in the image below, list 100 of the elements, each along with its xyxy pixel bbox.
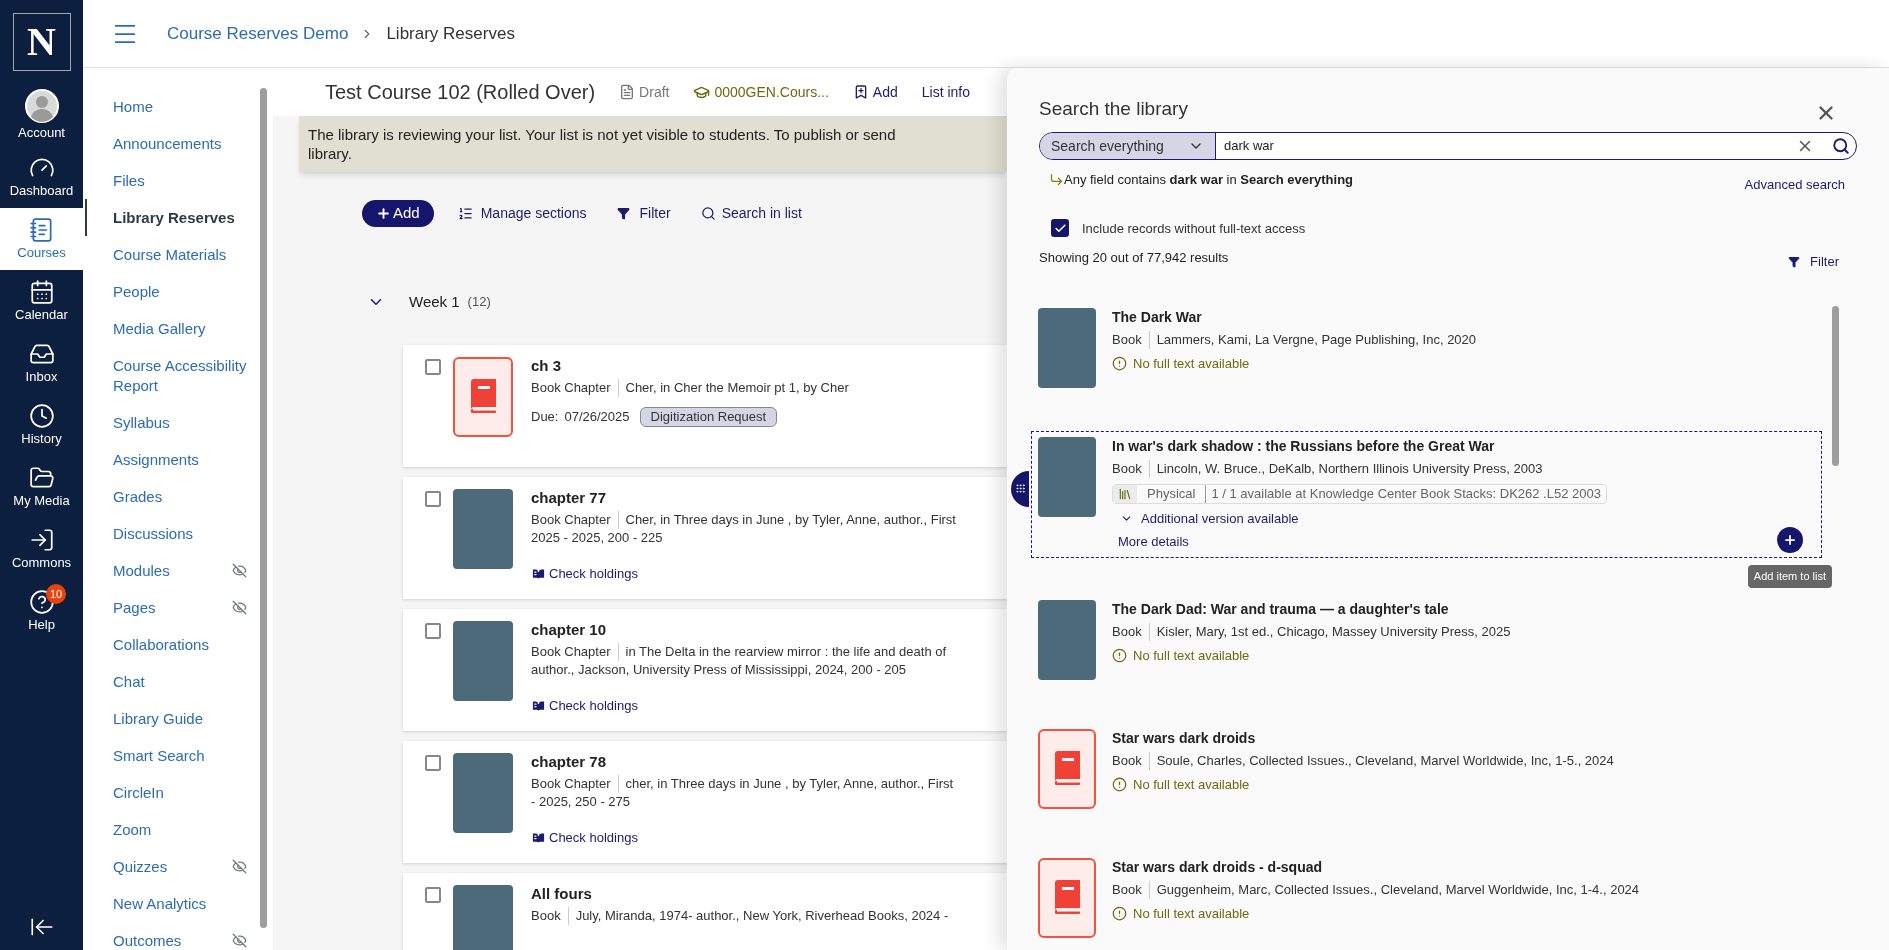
result-title[interactable]: In war's dark shadow : the Russians before the Great War xyxy=(1112,436,1495,455)
item-checkbox[interactable] xyxy=(425,887,441,903)
avatar-icon xyxy=(24,89,59,123)
drag-handle[interactable] xyxy=(1011,470,1029,507)
check-holdings-link[interactable]: Check holdings xyxy=(549,565,638,583)
add-button[interactable]: Add xyxy=(362,200,434,227)
course-nav-link[interactable]: Files xyxy=(85,162,247,199)
course-nav-link[interactable]: Media Gallery xyxy=(85,310,247,347)
rail-label: Inbox xyxy=(25,369,58,385)
scope-dropdown[interactable]: Search everything xyxy=(1040,133,1216,159)
manage-sections-button[interactable]: Manage sections xyxy=(457,203,587,224)
search-icon[interactable] xyxy=(1832,137,1850,155)
item-checkbox[interactable] xyxy=(425,755,441,771)
document-icon xyxy=(619,84,636,100)
logo[interactable]: N xyxy=(12,13,71,71)
search-in-list-button[interactable]: Search in list xyxy=(700,203,802,224)
book-icon xyxy=(531,698,546,714)
course-nav-link[interactable]: Collaborations xyxy=(85,626,247,663)
course-nav-link[interactable]: Assignments xyxy=(85,441,247,478)
item-title[interactable]: chapter 78 xyxy=(531,753,607,771)
rail-item[interactable]: Dashboard xyxy=(0,146,83,208)
notification-badge: 10 xyxy=(46,584,67,604)
search-result[interactable]: Star wars dark droids Book Soule, Charles, Collected Issues., Cleveland, Marvel Worldwide, Inc, 1-5., 2024 No full text available xyxy=(1031,722,1822,816)
check-icon xyxy=(1053,221,1067,235)
item-checkbox[interactable] xyxy=(425,359,441,375)
item-citation: Cher, in Cher the Memoir pt 1, by Cher xyxy=(625,379,849,397)
grip-icon xyxy=(1014,483,1026,494)
item-title[interactable]: ch 3 xyxy=(531,357,561,375)
course-nav-link[interactable]: Announcements xyxy=(85,125,247,162)
result-title[interactable]: Star wars dark droids xyxy=(1112,728,1256,747)
search-query: dark war xyxy=(1223,137,1275,156)
breadcrumb-link[interactable]: Course Reserves Demo xyxy=(167,20,349,47)
item-citation: cher, in Three days in June , by Tyler, Anne, author., First xyxy=(625,775,954,793)
search-result[interactable]: The Dark War Book Lammers, Kami, La Vergne, Page Publishing, Inc, 2020 No full text available xyxy=(1031,301,1822,395)
result-title[interactable]: The Dark Dad: War and trauma — a daughter's tale xyxy=(1112,599,1449,618)
plus-icon xyxy=(376,206,391,221)
course-nav-link[interactable]: Syllabus xyxy=(85,404,247,441)
focused-result[interactable] xyxy=(1031,430,1822,558)
course-nav-link[interactable]: Smart Search xyxy=(85,737,247,774)
search-field[interactable]: Search everything dark war xyxy=(1039,132,1857,160)
rail-item[interactable]: Courses xyxy=(0,208,83,270)
item-title[interactable]: chapter 10 xyxy=(531,621,607,639)
availability-text: 1 / 1 available at Knowledge Center Book Stacks: DK262 .L52 2003 xyxy=(1210,484,1602,503)
results-count: Showing 20 out of 77,942 results xyxy=(1039,249,1229,267)
course-nav-link[interactable]: Course Accessibility Report xyxy=(85,347,247,404)
course-nav-link[interactable]: CircleIn xyxy=(85,774,247,811)
add-link[interactable]: Add xyxy=(872,81,898,103)
result-title[interactable]: Star wars dark droids - d-squad xyxy=(1112,857,1323,876)
due-label: Due: xyxy=(531,408,559,426)
course-nav-link[interactable]: Grades xyxy=(85,478,247,515)
rail-item[interactable]: Inbox xyxy=(0,332,83,394)
filter-link[interactable]: Filter xyxy=(1810,252,1839,272)
item-title[interactable]: chapter 77 xyxy=(531,489,607,507)
book-placeholder-icon xyxy=(1038,857,1096,938)
course-nav-link[interactable]: Quizzes xyxy=(85,848,232,885)
include-checkbox[interactable] xyxy=(1051,219,1069,238)
result-citation: Lincoln, W. Bruce., DeKalb, Northern Illinois University Press, 2003 xyxy=(1156,459,1543,478)
course-nav-link[interactable]: Modules xyxy=(85,552,232,589)
arrow-icon xyxy=(1049,172,1064,188)
item-checkbox[interactable] xyxy=(425,623,441,639)
availability-text: No full text available xyxy=(1133,775,1250,794)
rail-item[interactable]: Account xyxy=(0,84,83,146)
course-nav-link[interactable]: Chat xyxy=(85,663,247,700)
item-count: (12) xyxy=(467,293,491,312)
filter-button[interactable]: Filter xyxy=(616,203,671,224)
clock-icon xyxy=(28,403,55,429)
course-nav-link[interactable]: People xyxy=(85,273,247,310)
cover-photo xyxy=(453,885,513,950)
section-title: Week 1 xyxy=(409,291,460,312)
course-nav-link[interactable]: Home xyxy=(85,88,247,125)
request-tag: Digitization Request xyxy=(639,407,778,427)
search-result[interactable]: Star wars dark droids - d-squad Book Guggenheim, Marc, Collected Issues., Cleveland, Marvel Worldwide, Inc, 1-4., 2024 No full text available xyxy=(1031,851,1822,945)
rail-item[interactable]: Commons xyxy=(0,518,83,580)
result-title[interactable]: The Dark War xyxy=(1112,307,1202,326)
course-nav-link[interactable]: Outcomes xyxy=(85,922,232,950)
check-holdings-link[interactable]: Check holdings xyxy=(549,697,638,715)
result-citation: Soule, Charles, Collected Issues., Cleveland, Marvel Worldwide, Inc, 1-5., 2024 xyxy=(1156,751,1614,770)
course-nav-link[interactable]: Pages xyxy=(85,589,232,626)
check-holdings-link[interactable]: Check holdings xyxy=(549,829,638,847)
advanced-search-link[interactable]: Advanced search xyxy=(1744,175,1845,195)
rail-item[interactable]: Calendar xyxy=(0,270,83,332)
course-nav-link[interactable]: Course Materials xyxy=(85,236,247,273)
item-title[interactable]: All fours xyxy=(531,885,592,903)
add-item-button[interactable] xyxy=(1777,526,1803,553)
course-nav-link[interactable]: Zoom xyxy=(85,811,247,848)
rail-item[interactable]: My Media xyxy=(0,456,83,518)
scrollbar[interactable] xyxy=(260,88,267,928)
course-nav-link[interactable]: New Analytics xyxy=(85,885,247,922)
course-nav-link[interactable]: Library Guide xyxy=(85,700,247,737)
course-nav-link[interactable]: Discussions xyxy=(85,515,247,552)
rail-item[interactable]: Help 10 xyxy=(0,580,83,642)
item-type: Book Chapter xyxy=(531,643,619,661)
more-details-link[interactable]: More details xyxy=(1118,532,1189,551)
rail-item[interactable]: History xyxy=(0,394,83,456)
additional-version-link[interactable]: Additional version available xyxy=(1141,509,1299,528)
scrollbar[interactable] xyxy=(1832,305,1839,466)
item-checkbox[interactable] xyxy=(425,491,441,507)
course-nav-link[interactable]: Library Reserves xyxy=(85,199,247,236)
list-info-link[interactable]: List info xyxy=(921,81,970,103)
search-result[interactable]: The Dark Dad: War and trauma — a daughter's tale Book Kisler, Mary, 1st ed., Chicago, Massey University Press, 2025 No full text available xyxy=(1031,593,1822,687)
